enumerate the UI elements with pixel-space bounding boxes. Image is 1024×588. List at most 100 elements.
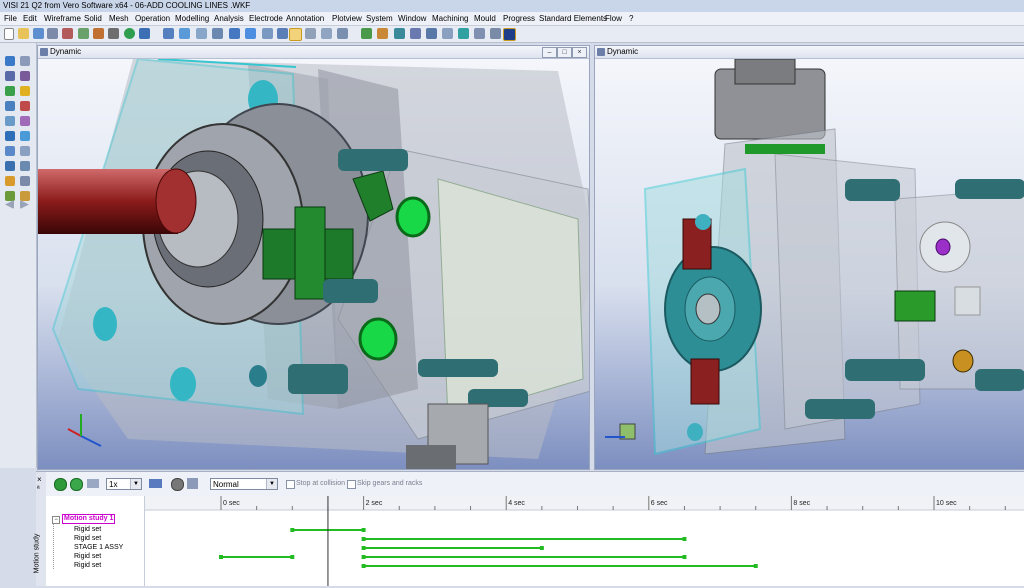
menu-file[interactable]: File — [4, 12, 17, 25]
scale-icon[interactable] — [5, 191, 15, 201]
copy-icon[interactable] — [78, 28, 89, 39]
menu-operation[interactable]: Operation — [135, 12, 170, 25]
tree-item[interactable]: Rigid set — [74, 552, 101, 561]
open-folder-icon[interactable] — [18, 28, 29, 39]
color-icon[interactable] — [394, 28, 405, 39]
tree-item[interactable]: Rigid set — [74, 525, 101, 534]
globe-icon[interactable] — [458, 28, 469, 39]
menu-standard-elements[interactable]: Standard Elements — [539, 12, 607, 25]
layers-icon[interactable] — [361, 28, 372, 39]
hidden-line-icon[interactable] — [321, 28, 332, 39]
paste-icon[interactable] — [93, 28, 104, 39]
view-back-icon[interactable] — [229, 28, 240, 39]
view-top-icon[interactable] — [179, 28, 190, 39]
record-settings-icon[interactable] — [87, 479, 99, 488]
text-icon[interactable] — [5, 176, 15, 186]
menu-progress[interactable]: Progress — [503, 12, 535, 25]
skip-gears-checkbox[interactable] — [347, 480, 356, 489]
save-icon[interactable] — [33, 28, 44, 39]
play-loop-icon[interactable] — [70, 478, 83, 491]
record-icon[interactable] — [187, 478, 198, 489]
menu-system[interactable]: System — [366, 12, 393, 25]
stop-icon[interactable] — [171, 478, 184, 491]
view-left-icon[interactable] — [262, 28, 273, 39]
stop-at-collision-checkbox[interactable] — [286, 480, 295, 489]
collapse-icon[interactable]: − — [52, 516, 60, 524]
panel-pin-icon[interactable]: ª — [37, 486, 40, 494]
rectangle-icon[interactable] — [20, 86, 30, 96]
wire-view-icon[interactable] — [305, 28, 316, 39]
view-iso-icon[interactable] — [212, 28, 223, 39]
grid-icon[interactable] — [442, 28, 453, 39]
revolve-icon[interactable] — [20, 131, 30, 141]
spline-icon[interactable] — [20, 101, 30, 111]
play-icon[interactable] — [54, 478, 67, 491]
viewport-left[interactable]: Dynamic – □ × — [37, 45, 590, 470]
menu-electrode[interactable]: Electrode — [249, 12, 283, 25]
tree-item[interactable]: STAGE 1 ASSY — [74, 543, 123, 552]
menu-flow[interactable]: Flow — [605, 12, 622, 25]
arrow-right-icon[interactable] — [20, 200, 29, 209]
rotate-icon[interactable] — [20, 116, 30, 126]
minimize-button[interactable]: – — [542, 47, 557, 58]
mirror-icon[interactable] — [20, 191, 30, 201]
menu-wireframe[interactable]: Wireframe — [44, 12, 81, 25]
view-bottom-icon[interactable] — [245, 28, 256, 39]
tree-root-motion-study[interactable]: Motion study 1 — [62, 514, 116, 524]
select-icon[interactable] — [5, 56, 15, 66]
menu-help[interactable]: ? — [629, 12, 633, 25]
viewport-left-canvas[interactable] — [38, 59, 589, 469]
shaded-view-icon[interactable] — [289, 28, 302, 41]
mode-select[interactable]: Normal ▼ — [210, 478, 278, 490]
view-side-icon[interactable] — [196, 28, 207, 39]
arc-icon[interactable] — [20, 71, 30, 81]
move-icon[interactable] — [5, 116, 15, 126]
menu-annotation[interactable]: Annotation — [286, 12, 324, 25]
extrude-icon[interactable] — [5, 131, 15, 141]
print-icon[interactable] — [108, 28, 119, 39]
menu-window[interactable]: Window — [398, 12, 426, 25]
menu-solid[interactable]: Solid — [84, 12, 102, 25]
fillet-icon[interactable] — [5, 146, 15, 156]
view-front-icon[interactable] — [163, 28, 174, 39]
maximize-button[interactable]: □ — [557, 47, 572, 58]
menu-plotview[interactable]: Plotview — [332, 12, 362, 25]
new-file-icon[interactable] — [4, 28, 14, 40]
panel-close-icon[interactable]: × — [37, 476, 42, 484]
menu-analysis[interactable]: Analysis — [214, 12, 244, 25]
arrow-left-icon[interactable] — [5, 200, 14, 209]
tree-item[interactable]: Rigid set — [74, 561, 101, 570]
section-view-icon[interactable] — [337, 28, 348, 39]
motion-study-icon[interactable] — [503, 28, 516, 41]
speed-select[interactable]: 1x ▼ — [106, 478, 142, 490]
viewport-right[interactable]: Dynamic — [594, 45, 1024, 470]
boolean-icon[interactable] — [5, 161, 15, 171]
menu-modelling[interactable]: Modelling — [175, 12, 209, 25]
circle-icon[interactable] — [5, 86, 15, 96]
line-icon[interactable] — [5, 71, 15, 81]
measure-icon[interactable] — [426, 28, 437, 39]
viewport-right-canvas[interactable] — [595, 59, 1024, 469]
timeline[interactable]: 0 sec 2 sec 4 sec 6 sec 8 sec 10 sec — [145, 496, 1024, 586]
menu-machining[interactable]: Machining — [432, 12, 468, 25]
attributes-icon[interactable] — [377, 28, 388, 39]
settings-icon[interactable] — [474, 28, 485, 39]
redo-icon[interactable] — [139, 28, 150, 39]
view-right-icon[interactable] — [277, 28, 288, 39]
undo-icon[interactable] — [124, 28, 135, 39]
loop-icon[interactable] — [149, 479, 162, 488]
polyline-icon[interactable] — [5, 101, 15, 111]
tree-item[interactable]: Rigid set — [74, 534, 101, 543]
close-button[interactable]: × — [572, 47, 587, 58]
save-as-icon[interactable] — [47, 28, 58, 39]
chamfer-icon[interactable] — [20, 146, 30, 156]
delete-icon[interactable] — [490, 28, 501, 39]
shell-icon[interactable] — [20, 161, 30, 171]
menu-mould[interactable]: Mould — [474, 12, 496, 25]
cut-icon[interactable] — [62, 28, 73, 39]
pick-icon[interactable] — [410, 28, 421, 39]
menu-edit[interactable]: Edit — [23, 12, 37, 25]
dimension-icon[interactable] — [20, 176, 30, 186]
point-icon[interactable] — [20, 56, 30, 66]
menu-mesh[interactable]: Mesh — [109, 12, 129, 25]
